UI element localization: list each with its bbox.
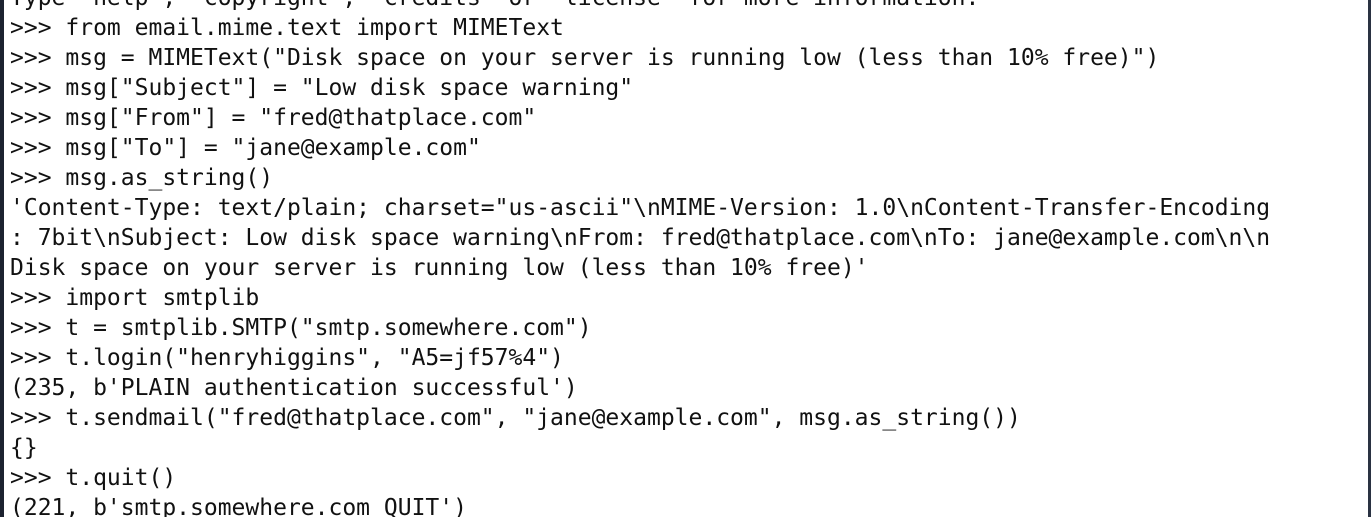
terminal-line-input: >>> t.sendmail("fred@thatplace.com", "ja… (10, 405, 1021, 431)
terminal-line-input: >>> import smtplib (10, 285, 260, 311)
terminal-line-output: (221, b'smtp.somewhere.com QUIT') (10, 495, 467, 517)
terminal-line-input: >>> msg.as_string() (10, 165, 274, 191)
terminal-line-input: >>> msg["To"] = "jane@example.com" (10, 135, 481, 161)
terminal-line-output: (235, b'PLAIN authentication successful'… (10, 375, 578, 401)
terminal-line-banner: Type "help", "copyright", "credits" or "… (10, 0, 979, 13)
terminal-window: Type "help", "copyright", "credits" or "… (0, 0, 1371, 517)
terminal-output[interactable]: Type "help", "copyright", "credits" or "… (4, 0, 1368, 517)
terminal-line-output: : 7bit\nSubject: Low disk space warning\… (10, 225, 1271, 251)
terminal-line-input: >>> t.login("henryhiggins", "A5=jf57%4") (10, 345, 564, 371)
terminal-line-output: {} (10, 435, 38, 461)
terminal-line-input: >>> msg = MIMEText("Disk space on your s… (10, 45, 1160, 71)
terminal-line-input: >>> t = smtplib.SMTP("smtp.somewhere.com… (10, 315, 592, 341)
terminal-line-output: Disk space on your server is running low… (10, 255, 869, 281)
terminal-line-input: >>> t.quit() (10, 465, 177, 491)
terminal-line-input: >>> msg["Subject"] = "Low disk space war… (10, 75, 634, 101)
terminal-line-output: 'Content-Type: text/plain; charset="us-a… (10, 195, 1271, 221)
terminal-line-input: >>> from email.mime.text import MIMEText (10, 15, 564, 41)
terminal-line-input: >>> msg["From"] = "fred@thatplace.com" (10, 105, 537, 131)
